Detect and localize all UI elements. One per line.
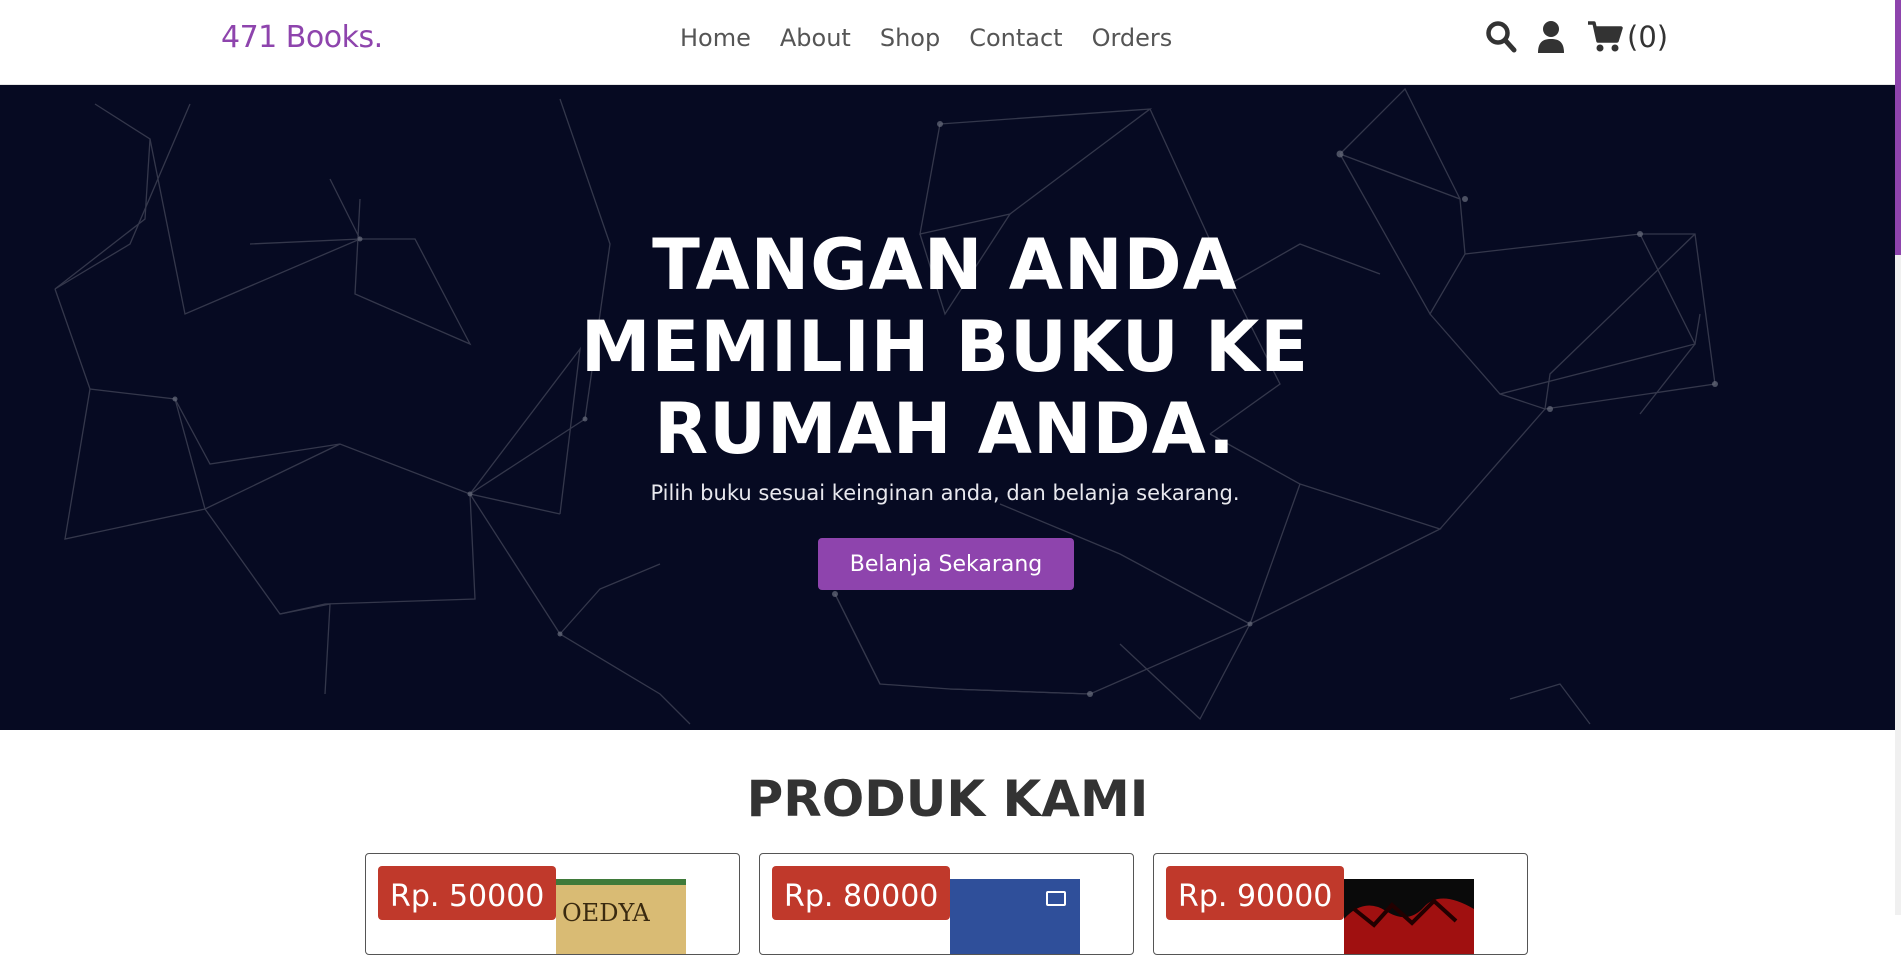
hero-title: TANGAN ANDA MEMILIH BUKU KE RUMAH ANDA. [580, 224, 1310, 470]
product-card[interactable]: OEDYA Rp. 50000 [365, 853, 740, 955]
user-icon[interactable] [1537, 20, 1565, 54]
shop-now-button[interactable]: Belanja Sekarang [818, 538, 1074, 590]
price-badge: Rp. 50000 [378, 866, 557, 920]
nav-home[interactable]: Home [680, 24, 751, 52]
book-cover-image [950, 879, 1080, 954]
products-section-title: PRODUK KAMI [746, 770, 1149, 828]
scrollbar-thumb[interactable] [1895, 0, 1901, 255]
search-icon[interactable] [1485, 20, 1517, 54]
site-logo[interactable]: 471 Books. [221, 20, 383, 55]
book-cover-image [1344, 879, 1474, 954]
price-badge: Rp. 90000 [1166, 866, 1345, 920]
site-header: 471 Books. Home About Shop Contact Order… [0, 0, 1895, 85]
product-card[interactable]: Rp. 90000 [1153, 853, 1528, 955]
book-cover-text: OEDYA [562, 899, 650, 927]
nav-contact[interactable]: Contact [969, 24, 1062, 52]
hero-subtitle: Pilih buku sesuai keinginan anda, dan be… [650, 481, 1240, 505]
main-nav: Home About Shop Contact Orders [680, 24, 1201, 52]
cart-count[interactable]: (0) [1627, 20, 1668, 54]
publisher-logo-icon [1046, 891, 1066, 906]
nav-orders[interactable]: Orders [1092, 24, 1173, 52]
nav-shop[interactable]: Shop [880, 24, 940, 52]
header-icons: (0) [1485, 20, 1668, 54]
nav-about[interactable]: About [780, 24, 851, 52]
hero-banner: TANGAN ANDA MEMILIH BUKU KE RUMAH ANDA. … [0, 84, 1895, 730]
product-card[interactable]: Rp. 80000 [759, 853, 1134, 955]
book-cover-image: OEDYA [556, 879, 686, 954]
price-badge: Rp. 80000 [772, 866, 951, 920]
cart-icon[interactable] [1587, 20, 1623, 54]
